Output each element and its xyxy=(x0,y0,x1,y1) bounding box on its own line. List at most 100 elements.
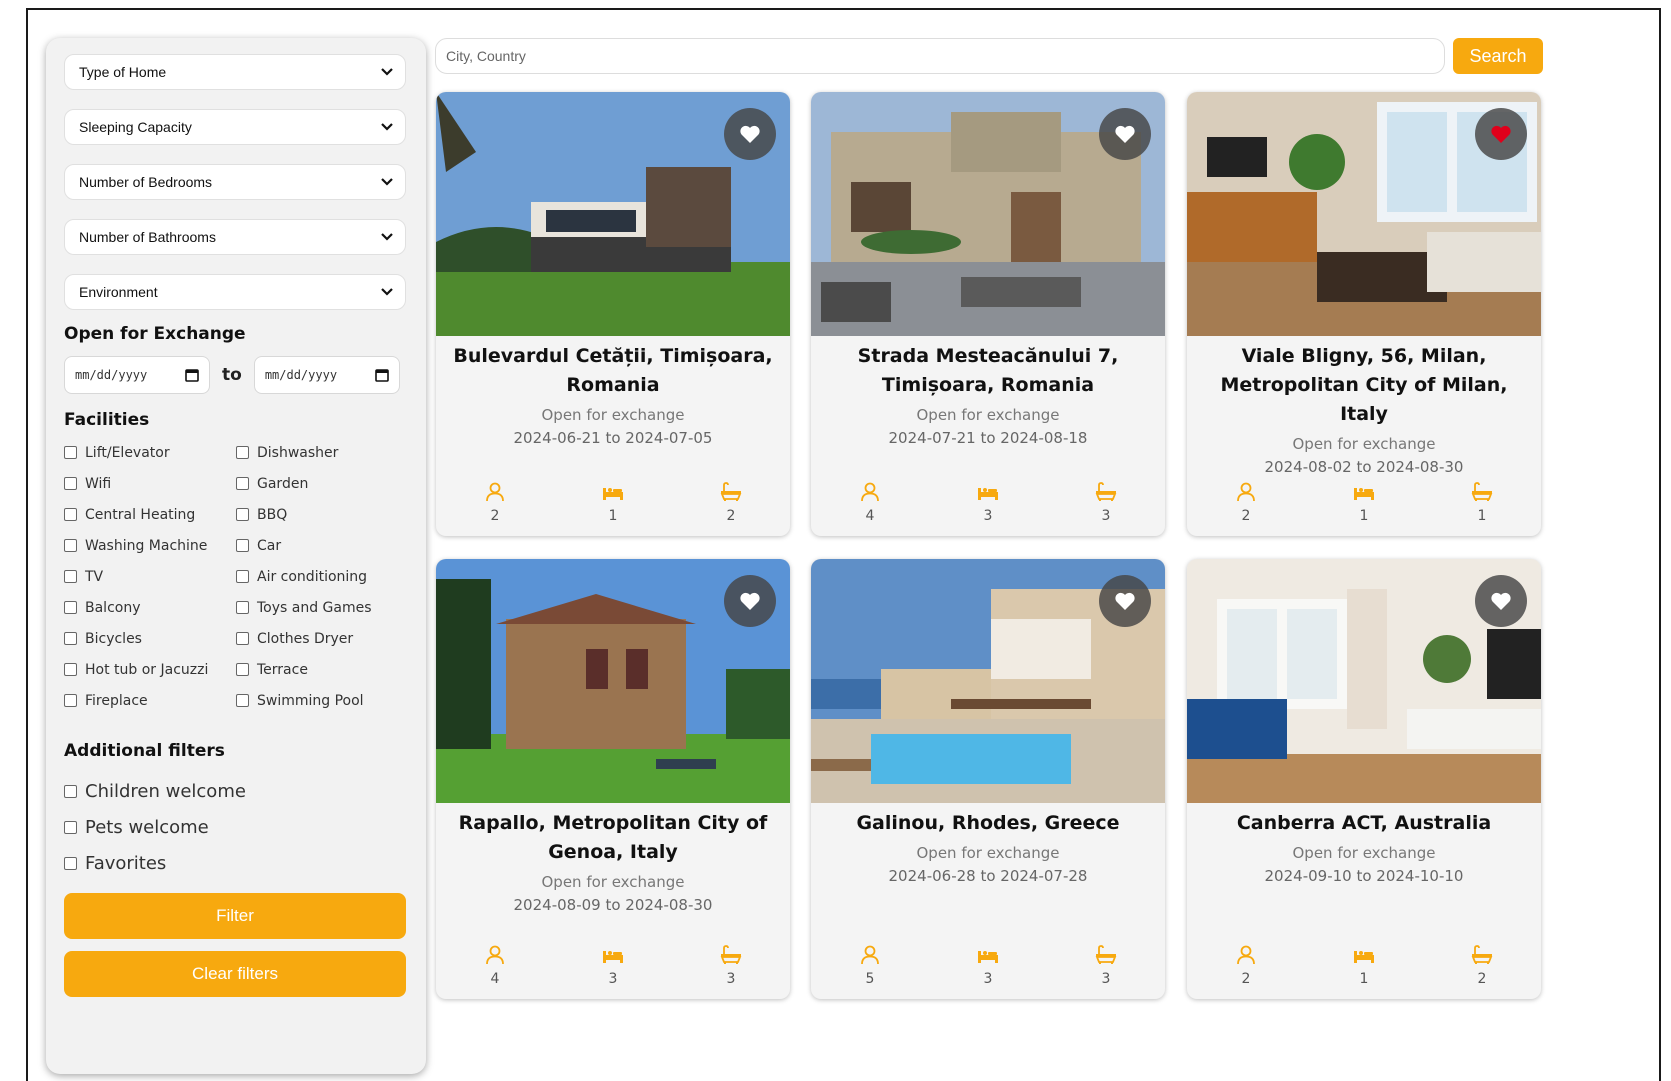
facility-checkbox[interactable]: Clothes Dryer xyxy=(236,628,408,649)
listing-photo[interactable] xyxy=(811,92,1165,336)
clear-filters-button[interactable]: Clear filters xyxy=(64,951,406,997)
bathrooms-select[interactable]: Number of Bathrooms xyxy=(64,219,406,255)
guests-icon xyxy=(861,482,879,502)
favorite-button[interactable] xyxy=(724,108,776,160)
type-of-home-select[interactable]: Type of Home xyxy=(64,54,406,90)
additional-filter-checkbox[interactable]: Children welcome xyxy=(64,779,408,803)
baths-stat: 2 xyxy=(701,482,761,524)
checkbox[interactable] xyxy=(64,784,77,798)
listing-photo[interactable] xyxy=(436,559,790,803)
checkbox[interactable] xyxy=(64,694,77,707)
checkbox[interactable] xyxy=(236,694,249,707)
checkbox[interactable] xyxy=(236,477,249,490)
facility-label: Balcony xyxy=(85,599,141,616)
search-button[interactable]: Search xyxy=(1453,38,1543,74)
calendar-icon[interactable] xyxy=(375,368,389,382)
beds-count: 3 xyxy=(983,971,993,987)
listing-title[interactable]: Strada Mesteacănului 7, Timișoara, Roman… xyxy=(811,336,1165,400)
filter-button[interactable]: Filter xyxy=(64,893,406,939)
listing-card[interactable]: Canberra ACT, Australia Open for exchange… xyxy=(1187,559,1541,999)
facility-checkbox[interactable]: Hot tub or Jacuzzi xyxy=(64,659,236,680)
listing-title[interactable]: Bulevardul Cetății, Timișoara, Romania xyxy=(436,336,790,400)
listing-title[interactable]: Rapallo, Metropolitan City of Genoa, Ita… xyxy=(436,803,790,867)
facility-checkbox[interactable]: Swimming Pool xyxy=(236,690,408,711)
facility-checkbox[interactable]: Garden xyxy=(236,473,408,494)
listing-card[interactable]: Viale Bligny, 56, Milan, Metropolitan Ci… xyxy=(1187,92,1541,536)
baths-count: 3 xyxy=(1101,508,1111,524)
favorite-button[interactable] xyxy=(1099,108,1151,160)
checkbox[interactable] xyxy=(236,663,249,676)
facility-label: Fireplace xyxy=(85,692,148,709)
facility-checkbox[interactable]: Lift/Elevator xyxy=(64,442,236,463)
favorite-button[interactable] xyxy=(724,575,776,627)
listing-photo[interactable] xyxy=(436,92,790,336)
baths-stat: 3 xyxy=(1076,482,1136,524)
facility-checkbox[interactable]: Balcony xyxy=(64,597,236,618)
heart-icon xyxy=(740,125,760,143)
favorite-button[interactable] xyxy=(1099,575,1151,627)
listing-photo[interactable] xyxy=(811,559,1165,803)
checkbox[interactable] xyxy=(236,601,249,614)
checkbox[interactable] xyxy=(64,477,77,490)
facility-checkbox[interactable]: Bicycles xyxy=(64,628,236,649)
listing-card[interactable]: Bulevardul Cetății, Timișoara, Romania Op… xyxy=(436,92,790,536)
checkbox[interactable] xyxy=(236,539,249,552)
listing-dates: 2024-08-02 to 2024-08-30 xyxy=(1264,458,1464,476)
checkbox[interactable] xyxy=(236,508,249,521)
bed-icon xyxy=(978,488,998,500)
listing-photo[interactable] xyxy=(1187,92,1541,336)
checkbox[interactable] xyxy=(64,856,77,870)
facility-checkbox[interactable]: BBQ xyxy=(236,504,408,525)
facility-checkbox[interactable]: Dishwasher xyxy=(236,442,408,463)
guests-stat: 2 xyxy=(1216,945,1276,987)
listing-status: Open for exchange xyxy=(916,844,1060,862)
guests-icon xyxy=(861,945,879,965)
facility-checkbox[interactable]: Central Heating xyxy=(64,504,236,525)
checkbox[interactable] xyxy=(64,632,77,645)
guests-count: 2 xyxy=(490,508,500,524)
checkbox[interactable] xyxy=(236,570,249,583)
checkbox[interactable] xyxy=(64,570,77,583)
listing-title[interactable]: Canberra ACT, Australia xyxy=(1187,803,1541,838)
calendar-icon[interactable] xyxy=(185,368,199,382)
guests-stat: 4 xyxy=(465,945,525,987)
bathtub-icon xyxy=(1095,482,1117,501)
listing-card[interactable]: Galinou, Rhodes, Greece Open for exchange… xyxy=(811,559,1165,999)
search-input[interactable]: City, Country xyxy=(435,38,1445,74)
facility-checkbox[interactable]: Toys and Games xyxy=(236,597,408,618)
facility-checkbox[interactable]: Wifi xyxy=(64,473,236,494)
listing-photo[interactable] xyxy=(1187,559,1541,803)
listing-title[interactable]: Galinou, Rhodes, Greece xyxy=(811,803,1165,838)
facility-checkbox[interactable]: Fireplace xyxy=(64,690,236,711)
listing-card[interactable]: Rapallo, Metropolitan City of Genoa, Ita… xyxy=(436,559,790,999)
guests-stat: 5 xyxy=(840,945,900,987)
facility-checkbox[interactable]: TV xyxy=(64,566,236,587)
facility-checkbox[interactable]: Terrace xyxy=(236,659,408,680)
listing-card[interactable]: Strada Mesteacănului 7, Timișoara, Roman… xyxy=(811,92,1165,536)
favorite-button[interactable] xyxy=(1475,108,1527,160)
facility-checkbox[interactable]: Air conditioning xyxy=(236,566,408,587)
checkbox[interactable] xyxy=(236,632,249,645)
checkbox[interactable] xyxy=(236,446,249,459)
checkbox[interactable] xyxy=(64,446,77,459)
additional-filter-checkbox[interactable]: Favorites xyxy=(64,851,408,875)
checkbox[interactable] xyxy=(64,820,77,834)
facility-checkbox[interactable]: Car xyxy=(236,535,408,556)
listing-title[interactable]: Viale Bligny, 56, Milan, Metropolitan Ci… xyxy=(1187,336,1541,429)
facilities-title: Facilities xyxy=(64,410,150,430)
facility-checkbox[interactable]: Washing Machine xyxy=(64,535,236,556)
checkbox[interactable] xyxy=(64,663,77,676)
search-placeholder: City, Country xyxy=(446,48,526,64)
bedrooms-select[interactable]: Number of Bedrooms xyxy=(64,164,406,200)
sleeping-capacity-select[interactable]: Sleeping Capacity xyxy=(64,109,406,145)
additional-filter-checkbox[interactable]: Pets welcome xyxy=(64,815,408,839)
checkbox[interactable] xyxy=(64,508,77,521)
to-date-input[interactable]: mm/dd/yyyy xyxy=(253,356,400,394)
from-date-input[interactable]: mm/dd/yyyy xyxy=(64,356,210,394)
checkbox[interactable] xyxy=(64,539,77,552)
environment-select[interactable]: Environment xyxy=(64,274,406,310)
checkbox[interactable] xyxy=(64,601,77,614)
favorite-button[interactable] xyxy=(1475,575,1527,627)
guests-icon xyxy=(486,945,504,965)
heart-icon xyxy=(1115,125,1135,143)
